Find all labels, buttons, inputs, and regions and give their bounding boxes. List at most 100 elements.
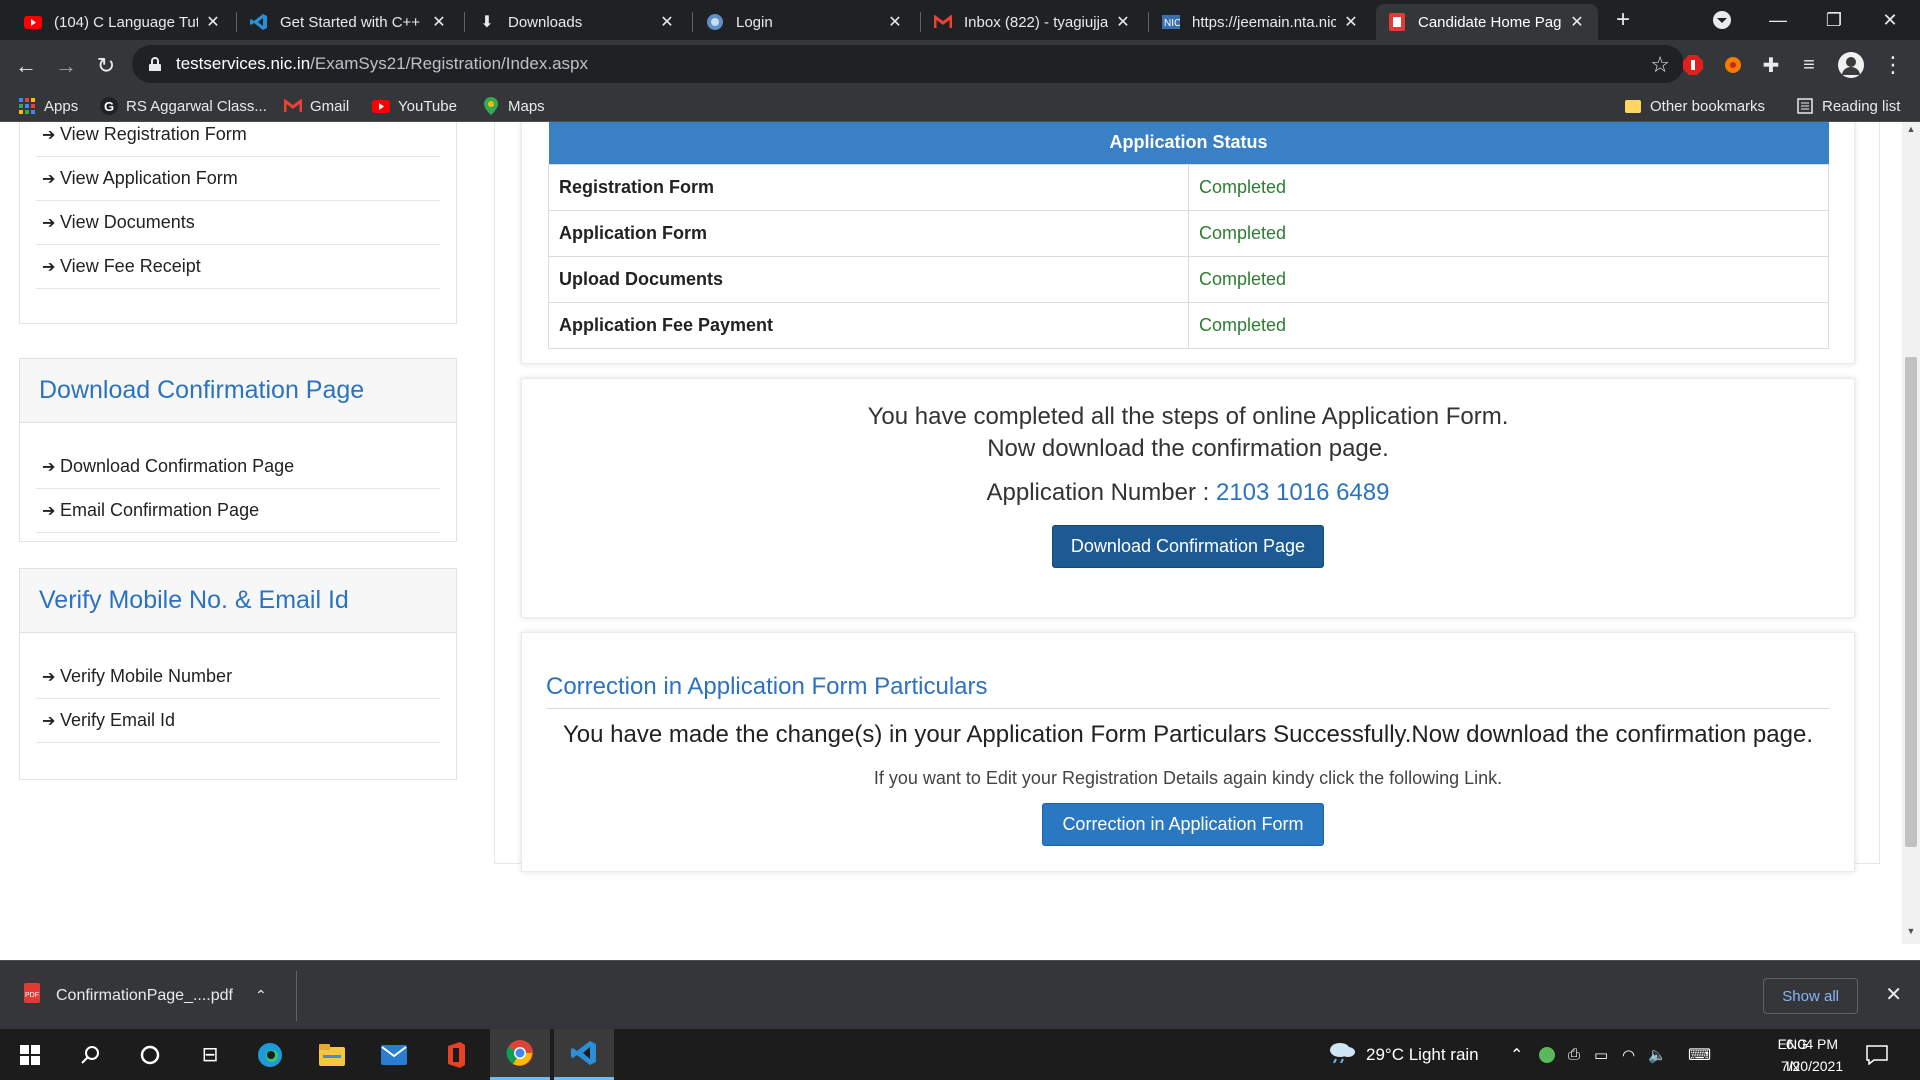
task-view-icon[interactable]: ⊟ bbox=[180, 1029, 240, 1080]
close-icon[interactable]: ✕ bbox=[658, 12, 676, 32]
svg-text:G: G bbox=[104, 99, 114, 114]
start-windows-icon[interactable] bbox=[0, 1029, 60, 1080]
wifi-icon[interactable]: ◠ bbox=[1622, 1029, 1635, 1080]
link-label: Email Confirmation Page bbox=[60, 500, 260, 520]
page-content: ➔ View Registration Form ➔ View Applicatio… bbox=[0, 122, 1902, 944]
mail-icon[interactable] bbox=[364, 1029, 424, 1080]
sidebar-download-card: Download Confirmation Page ➔ Download Con… bbox=[19, 358, 457, 542]
bookmark-star-icon[interactable]: ☆ bbox=[1650, 52, 1670, 78]
profile-avatar[interactable] bbox=[1838, 52, 1864, 78]
sidebar-link-view-fee-receipt[interactable]: ➔ View Fee Receipt bbox=[36, 245, 440, 289]
office-icon[interactable] bbox=[426, 1029, 486, 1080]
tab-candidate-home[interactable]: Candidate Home Page ✕ bbox=[1376, 4, 1598, 40]
apps-grid-icon bbox=[18, 97, 36, 115]
tray-app-icon[interactable] bbox=[1538, 1029, 1556, 1080]
sidebar-verify-card: Verify Mobile No. & Email Id ➔ Verify Mob… bbox=[19, 568, 457, 780]
scroll-up-icon[interactable]: ▲ bbox=[1902, 124, 1920, 140]
vscode-icon[interactable] bbox=[554, 1029, 614, 1080]
bookmark-apps[interactable]: Apps bbox=[18, 90, 78, 122]
new-tab-button[interactable]: + bbox=[1598, 0, 1648, 40]
reading-list[interactable]: Reading list bbox=[1796, 90, 1900, 122]
scrollbar-thumb[interactable] bbox=[1905, 357, 1917, 847]
show-all-button[interactable]: Show all bbox=[1763, 978, 1858, 1014]
correction-success-message: You have made the change(s) in your Appl… bbox=[562, 721, 1813, 748]
volume-icon[interactable]: 🔈 bbox=[1648, 1029, 1667, 1080]
url-text[interactable]: testservices.nic.in/ExamSys21/Registrati… bbox=[176, 54, 588, 74]
back-button[interactable]: ← bbox=[10, 50, 42, 82]
clock[interactable]: 6:04 PM 7/20/2021 bbox=[1772, 1033, 1852, 1077]
close-icon[interactable]: ✕ bbox=[1114, 12, 1132, 32]
row-value: Completed bbox=[1188, 301, 1829, 349]
media-control-icon[interactable]: ≡ bbox=[1796, 52, 1822, 78]
file-explorer-icon[interactable] bbox=[302, 1029, 362, 1080]
weather-widget[interactable]: 29°C Light rain bbox=[1328, 1029, 1479, 1080]
gmail-icon bbox=[934, 13, 952, 31]
reading-list-icon bbox=[1796, 97, 1814, 115]
cortana-icon[interactable] bbox=[120, 1029, 180, 1080]
tab-jeemain[interactable]: NIC https://jeemain.nta.nic ✕ bbox=[1150, 4, 1372, 40]
close-icon[interactable]: ✕ bbox=[886, 12, 904, 32]
sidebar-link-view-documents[interactable]: ➔ View Documents bbox=[36, 201, 440, 245]
adblock-extension-icon[interactable] bbox=[1680, 52, 1706, 78]
minimize-button[interactable]: — bbox=[1750, 0, 1806, 40]
tab-title: Get Started with C++ bbox=[280, 13, 421, 31]
tab-search-button[interactable] bbox=[1694, 0, 1750, 40]
window-close-button[interactable]: ✕ bbox=[1862, 0, 1918, 40]
keyboard-icon[interactable]: ⌨ bbox=[1688, 1029, 1711, 1080]
menu-kebab-icon[interactable]: ⋮ bbox=[1880, 52, 1906, 78]
bookmark-other[interactable]: Other bookmarks bbox=[1624, 90, 1765, 122]
sidebar-link-verify-email[interactable]: ➔ Verify Email Id bbox=[36, 699, 440, 743]
close-icon[interactable]: ✕ bbox=[1342, 12, 1360, 32]
bookmark-youtube[interactable]: YouTube bbox=[372, 90, 457, 122]
link-label: View Registration Form bbox=[60, 124, 247, 144]
tab-downloads[interactable]: ⬇ Downloads ✕ bbox=[466, 4, 688, 40]
youtube-icon bbox=[24, 13, 42, 31]
sidebar-link-verify-mobile[interactable]: ➔ Verify Mobile Number bbox=[36, 655, 440, 699]
chevron-up-icon[interactable]: ⌃ bbox=[255, 987, 267, 1004]
forward-button[interactable]: → bbox=[50, 50, 82, 82]
restore-button[interactable]: ❐ bbox=[1806, 0, 1862, 40]
download-confirmation-button[interactable]: Download Confirmation Page bbox=[1052, 525, 1324, 568]
extensions-puzzle-icon[interactable]: ✚ bbox=[1758, 52, 1784, 78]
row-label: Registration Form bbox=[548, 163, 1189, 211]
correction-application-button[interactable]: Correction in Application Form bbox=[1042, 803, 1324, 846]
tab-login[interactable]: Login ✕ bbox=[694, 4, 916, 40]
svg-text:NIC: NIC bbox=[1164, 18, 1180, 29]
sidebar-link-download-confirmation[interactable]: ➔ Download Confirmation Page bbox=[36, 445, 440, 489]
battery-icon[interactable]: ▭ bbox=[1594, 1029, 1608, 1080]
tab-inbox[interactable]: Inbox (822) - tyagiujja ✕ bbox=[922, 4, 1144, 40]
tray-device-icon[interactable]: ⎙ bbox=[1568, 1029, 1580, 1080]
bookmark-rs-aggarwal[interactable]: G RS Aggarwal Class... bbox=[100, 90, 267, 122]
row-label: Upload Documents bbox=[548, 255, 1189, 303]
bookmark-gmail[interactable]: Gmail bbox=[284, 90, 349, 122]
close-icon[interactable]: ✕ bbox=[204, 12, 222, 32]
reload-button[interactable]: ↻ bbox=[90, 50, 122, 82]
bookmark-label: Maps bbox=[508, 97, 545, 115]
application-status-panel: Application Status Registration Form Comp… bbox=[521, 122, 1855, 364]
windows-taskbar: ⊟ 29°C Light rain ⌃ ⎙ ▭ ◠ 🔈 ⌨ ENG IN 6:0… bbox=[0, 1029, 1920, 1080]
close-icon[interactable]: ✕ bbox=[1885, 982, 1902, 1007]
download-item[interactable]: PDF ConfirmationPage_....pdf ⌃ bbox=[24, 961, 267, 1030]
bookmark-maps[interactable]: Maps bbox=[482, 90, 545, 122]
chevron-up-icon[interactable]: ⌃ bbox=[1510, 1029, 1523, 1080]
search-icon[interactable] bbox=[60, 1029, 120, 1080]
close-icon[interactable]: ✕ bbox=[430, 12, 448, 32]
close-icon[interactable]: ✕ bbox=[1568, 12, 1586, 32]
card-title: Verify Mobile No. & Email Id bbox=[20, 569, 456, 633]
download-instruction: Now download the confirmation page. bbox=[987, 435, 1389, 462]
sidebar-link-view-application[interactable]: ➔ View Application Form bbox=[36, 157, 440, 201]
sidebar-link-email-confirmation[interactable]: ➔ Email Confirmation Page bbox=[36, 489, 440, 533]
address-bar[interactable]: testservices.nic.in/ExamSys21/Registrati… bbox=[132, 45, 1684, 83]
bookmark-label: YouTube bbox=[398, 97, 457, 115]
notification-icon[interactable] bbox=[1866, 1029, 1888, 1080]
tab-get-started-cpp[interactable]: Get Started with C++ ✕ bbox=[238, 4, 460, 40]
scroll-down-icon[interactable]: ▼ bbox=[1902, 926, 1920, 942]
edge-icon[interactable] bbox=[240, 1029, 300, 1080]
sidebar-link-view-registration[interactable]: ➔ View Registration Form bbox=[36, 122, 440, 157]
link-label: View Documents bbox=[60, 212, 195, 232]
tab-c-language[interactable]: (104) C Language Tuto ✕ bbox=[12, 4, 234, 40]
chrome-icon[interactable] bbox=[490, 1029, 550, 1080]
page-scrollbar[interactable]: ▲ ▼ bbox=[1902, 122, 1920, 944]
clock-time: 6:04 PM bbox=[1785, 1036, 1839, 1052]
extension-icon[interactable] bbox=[1720, 52, 1746, 78]
